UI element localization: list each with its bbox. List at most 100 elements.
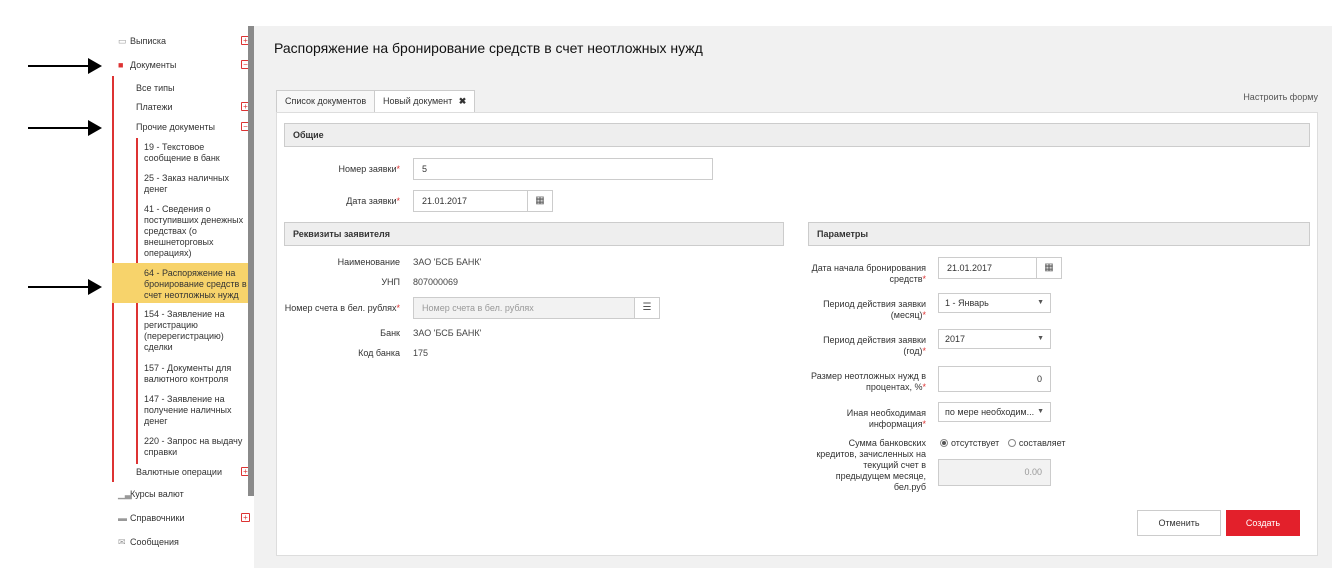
- sidebar-item-other-docs[interactable]: Прочие документы −: [112, 122, 250, 133]
- bank-label: Банк: [380, 328, 400, 338]
- section-applicant: Реквизиты заявителя: [284, 222, 784, 246]
- required-mark: *: [396, 303, 400, 313]
- radio-absent[interactable]: отсутствует: [940, 438, 999, 448]
- close-icon[interactable]: ✖: [459, 96, 467, 106]
- request-number-input[interactable]: 5: [413, 158, 713, 180]
- required-mark: *: [922, 310, 926, 320]
- sidebar-doc-64-selected[interactable]: 64 - Распоряжение на бронирование средст…: [112, 263, 248, 303]
- period-month-select[interactable]: 1 - Январь ▼: [938, 293, 1051, 313]
- start-date-input[interactable]: 21.01.2017: [938, 257, 1037, 279]
- sidebar-item-currency-ops[interactable]: Валютные операции +: [112, 467, 250, 478]
- period-year-label: Период действия заявки (год)*: [808, 335, 926, 357]
- required-mark: *: [396, 196, 400, 206]
- unp-label: УНП: [381, 277, 400, 287]
- sidebar-item-documents[interactable]: ■ Документы −: [112, 60, 250, 71]
- bar-chart-icon: ▁▃: [118, 489, 132, 499]
- account-label: Номер счета в бел. рублях*: [284, 303, 400, 314]
- sidebar-item-label: 64 - Распоряжение на бронирование средст…: [144, 268, 247, 300]
- annotation-arrow-other-docs: [28, 120, 102, 136]
- label-text: Иная необходимая информация: [846, 408, 926, 429]
- sidebar: ▭ Выписка + ■ Документы − Все типы Плате…: [112, 26, 252, 568]
- sidebar-item-label: Платежи: [136, 102, 173, 112]
- folder-icon: ▬: [118, 513, 127, 523]
- account-input[interactable]: Номер счета в бел. рублях: [413, 297, 635, 319]
- annotation-arrow-doc-64: [28, 279, 102, 295]
- bank-code-label: Код банка: [358, 348, 400, 358]
- request-date-input[interactable]: 21.01.2017: [413, 190, 528, 212]
- sidebar-doc-41[interactable]: 41 - Сведения о поступивших денежных сре…: [112, 204, 248, 259]
- request-date-label: Дата заявки*: [284, 196, 400, 207]
- sidebar-doc-147[interactable]: 147 - Заявление на получение наличных де…: [112, 394, 248, 427]
- sidebar-doc-157[interactable]: 157 - Документы для валютного контроля: [112, 363, 248, 385]
- period-year-select[interactable]: 2017 ▼: [938, 329, 1051, 349]
- radio-button[interactable]: [940, 439, 948, 447]
- select-value: по мере необходим...: [945, 407, 1035, 417]
- annotation-arrow-documents: [28, 58, 102, 74]
- radio-label: отсутствует: [951, 438, 1000, 448]
- file-red-icon: ■: [118, 60, 124, 70]
- cancel-button[interactable]: Отменить: [1137, 510, 1221, 536]
- tab-label: Список документов: [285, 96, 367, 106]
- percent-input[interactable]: 0: [938, 366, 1051, 392]
- sidebar-doc-19[interactable]: 19 - Текстовое сообщение в банк: [112, 142, 248, 164]
- required-mark: *: [396, 164, 400, 174]
- sidebar-item-rates[interactable]: ▁▃ Курсы валют: [112, 489, 248, 500]
- label-text: Период действия заявки (год): [823, 335, 926, 356]
- radio-present[interactable]: составляет: [1007, 438, 1066, 448]
- required-mark: *: [922, 419, 926, 429]
- chevron-down-icon: ▼: [1037, 335, 1044, 342]
- sidebar-item-messages[interactable]: ✉ Сообщения: [112, 537, 248, 548]
- tab-new-document[interactable]: Новый документ ✖: [374, 90, 476, 112]
- sidebar-item-label: 25 - Заказ наличных денег: [144, 173, 229, 194]
- label-text: Период действия заявки (месяц): [823, 299, 926, 320]
- sidebar-item-extract[interactable]: ▭ Выписка +: [112, 36, 250, 47]
- section-general: Общие: [284, 123, 1310, 147]
- list-picker-icon[interactable]: ☰: [634, 297, 660, 319]
- bank-code-value: 175: [413, 348, 429, 358]
- credits-amount-input[interactable]: 0.00: [938, 459, 1051, 486]
- credits-label: Сумма банковских кредитов, зачисленных н…: [816, 438, 926, 492]
- credits-radio-group: отсутствует составляет: [940, 438, 1065, 448]
- calendar-icon[interactable]: ▦: [1036, 257, 1062, 279]
- name-label: Наименование: [337, 257, 400, 267]
- sidebar-item-all-types[interactable]: Все типы: [112, 83, 248, 94]
- sidebar-doc-25[interactable]: 25 - Заказ наличных денег: [112, 173, 248, 195]
- section-title: Общие: [293, 130, 324, 140]
- tab-document-list[interactable]: Список документов: [276, 90, 376, 112]
- start-date-label: Дата начала бронирования средств*: [808, 263, 926, 285]
- required-mark: *: [922, 346, 926, 356]
- create-button[interactable]: Создать: [1226, 510, 1300, 536]
- sidebar-item-label: 147 - Заявление на получение наличных де…: [144, 394, 232, 426]
- sidebar-item-label: 41 - Сведения о поступивших денежных сре…: [144, 204, 244, 258]
- sidebar-item-label: Выписка: [130, 36, 167, 46]
- page-title: Распоряжение на бронирование средств в с…: [274, 40, 703, 56]
- sidebar-item-label: 19 - Текстовое сообщение в банк: [144, 142, 220, 163]
- sidebar-item-payments[interactable]: Платежи +: [112, 102, 250, 113]
- expand-plus-icon[interactable]: +: [241, 513, 250, 522]
- sidebar-item-label: Все типы: [136, 83, 175, 93]
- section-title: Реквизиты заявителя: [293, 229, 391, 239]
- sidebar-doc-220[interactable]: 220 - Запрос на выдачу справки: [112, 436, 248, 458]
- other-info-select[interactable]: по мере необходим... ▼: [938, 402, 1051, 422]
- label-text: Номер заявки: [338, 164, 397, 174]
- configure-form-link[interactable]: Настроить форму: [1243, 92, 1318, 102]
- radio-label: составляет: [1018, 438, 1066, 448]
- radio-button[interactable]: [1007, 439, 1016, 447]
- sidebar-doc-154[interactable]: 154 - Заявление на регистрацию (перереги…: [112, 309, 248, 353]
- request-number-label: Номер заявки*: [284, 164, 400, 175]
- section-parameters: Параметры: [808, 222, 1310, 246]
- name-value: ЗАО 'БСБ БАНК': [413, 257, 482, 267]
- chevron-down-icon: ▼: [1037, 408, 1044, 415]
- other-info-label: Иная необходимая информация*: [808, 408, 926, 430]
- label-text: Номер счета в бел. рублях: [284, 303, 397, 313]
- sidebar-item-refs[interactable]: ▬ Справочники +: [112, 513, 250, 524]
- required-mark: *: [922, 382, 926, 392]
- envelope-icon: ✉: [118, 537, 126, 547]
- select-value: 1 - Январь: [945, 298, 989, 308]
- select-value: 2017: [945, 334, 966, 344]
- sidebar-item-label: 154 - Заявление на регистрацию (перереги…: [144, 309, 225, 352]
- percent-label: Размер неотложных нужд в процентах, %*: [808, 371, 926, 393]
- calendar-icon[interactable]: ▦: [527, 190, 553, 212]
- label-text: Дата заявки: [346, 196, 397, 206]
- bank-value: ЗАО 'БСБ БАНК': [413, 328, 482, 338]
